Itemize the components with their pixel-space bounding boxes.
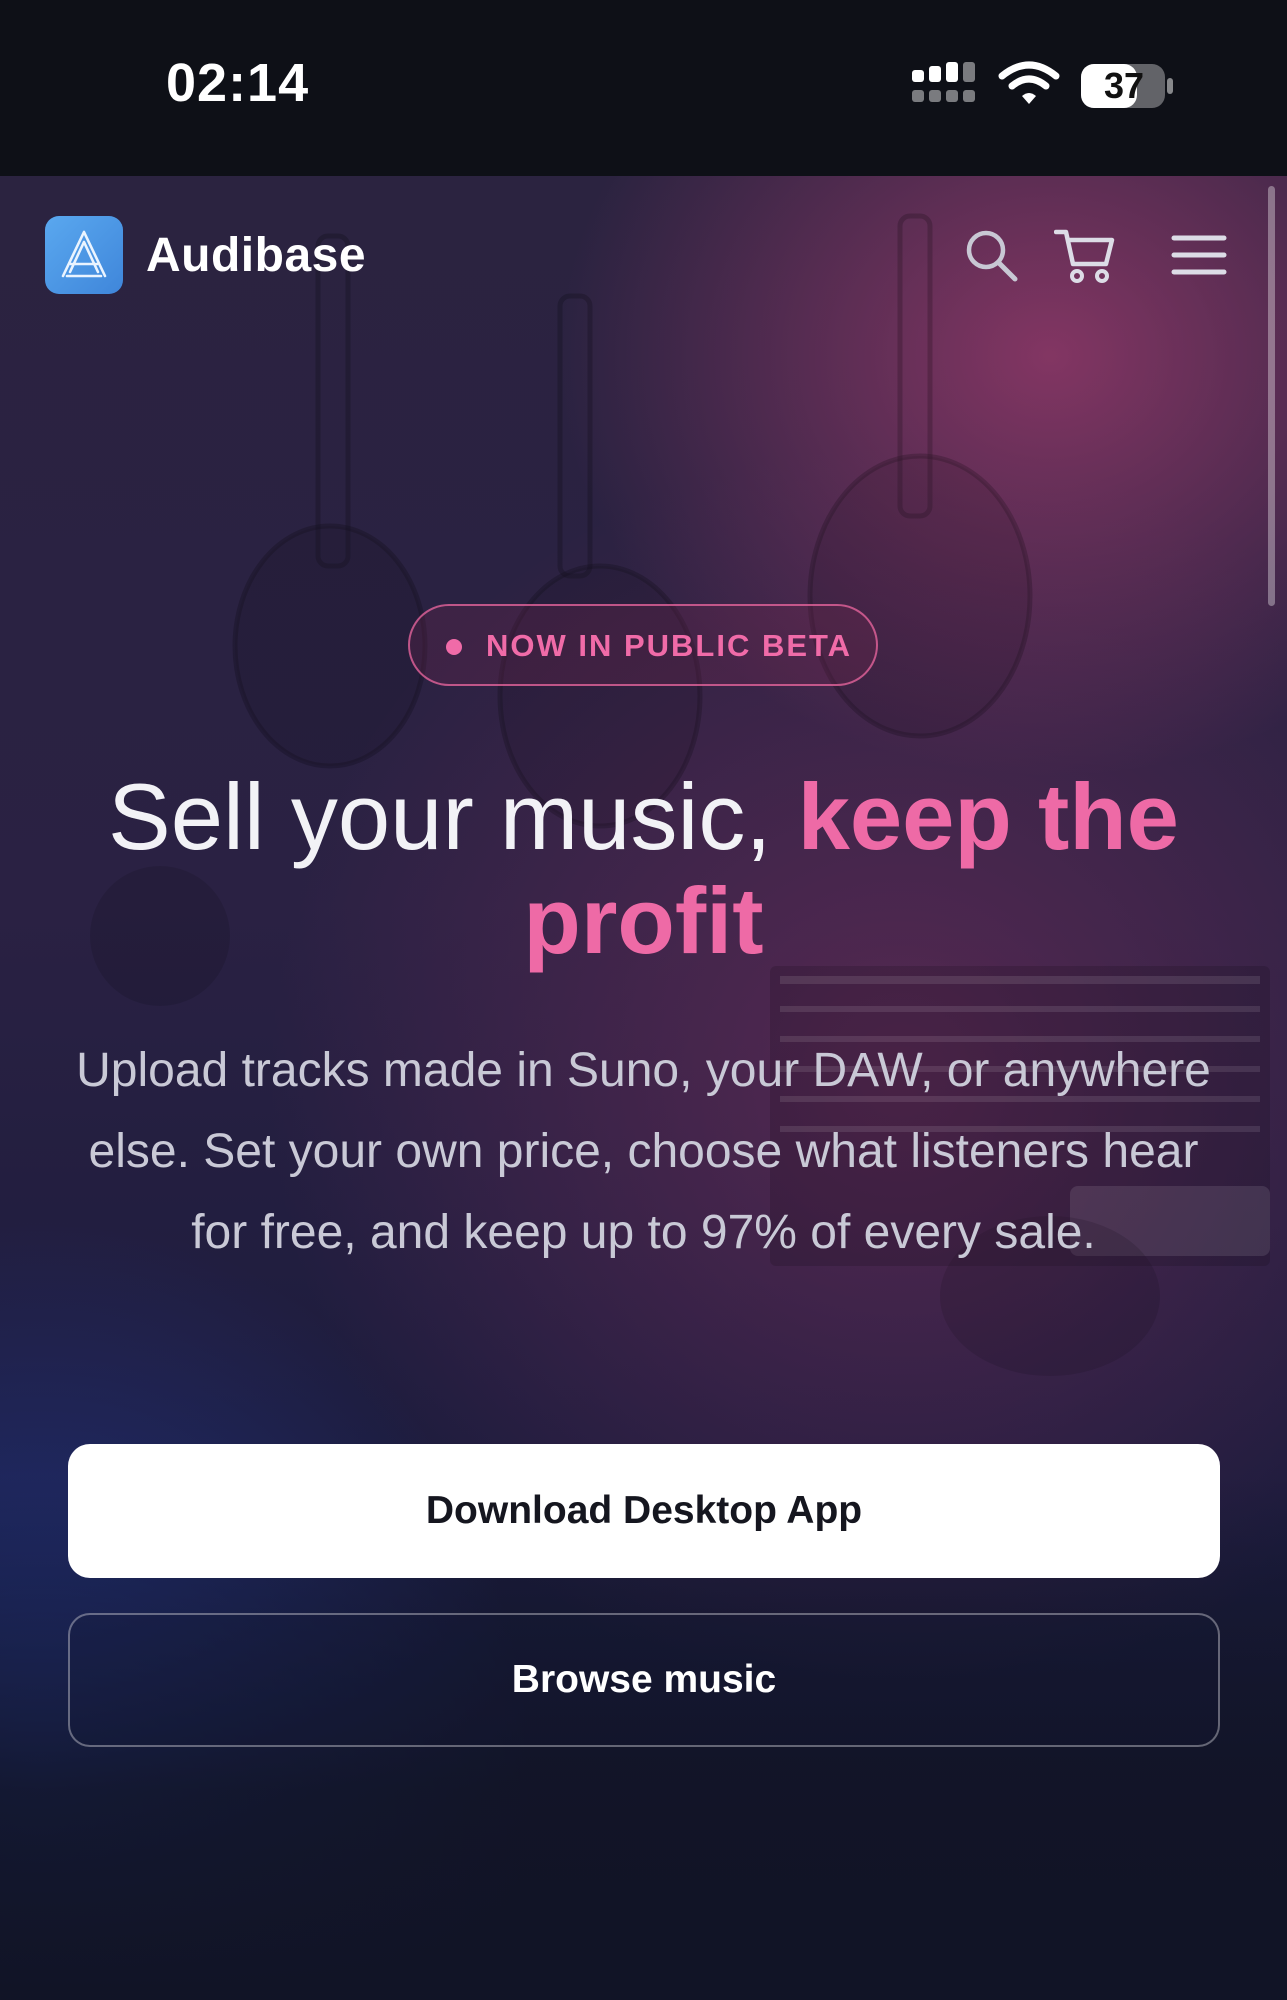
beta-badge-label: NOW IN PUBLIC BETA bbox=[486, 628, 853, 663]
hero-headline: Sell your music, keep the profit bbox=[60, 765, 1227, 973]
browse-music-button[interactable]: Browse music bbox=[68, 1613, 1220, 1747]
download-desktop-app-button[interactable]: Download Desktop App bbox=[68, 1444, 1220, 1578]
hero-subtext: Upload tracks made in Suno, your DAW, or… bbox=[76, 1044, 1211, 1259]
menu-icon[interactable] bbox=[1170, 226, 1228, 284]
signal-icon bbox=[912, 62, 975, 102]
battery-level: 37 bbox=[1103, 65, 1145, 106]
scrollbar[interactable] bbox=[1268, 186, 1275, 606]
status-bar: 02:14 37 bbox=[0, 0, 1287, 176]
cart-icon[interactable] bbox=[1054, 226, 1116, 284]
app-screen: 02:14 37 Audibase NOW IN PUBLIC BETA Sel… bbox=[0, 0, 1287, 2000]
logo-icon[interactable] bbox=[45, 216, 123, 294]
beta-dot-icon bbox=[446, 639, 462, 655]
search-icon[interactable] bbox=[962, 226, 1020, 284]
beta-badge: NOW IN PUBLIC BETA bbox=[408, 604, 878, 686]
status-time: 02:14 bbox=[166, 53, 310, 113]
headline-plain: Sell your music, bbox=[108, 764, 798, 869]
brand-name[interactable]: Audibase bbox=[146, 228, 366, 283]
wifi-icon bbox=[998, 61, 1060, 104]
